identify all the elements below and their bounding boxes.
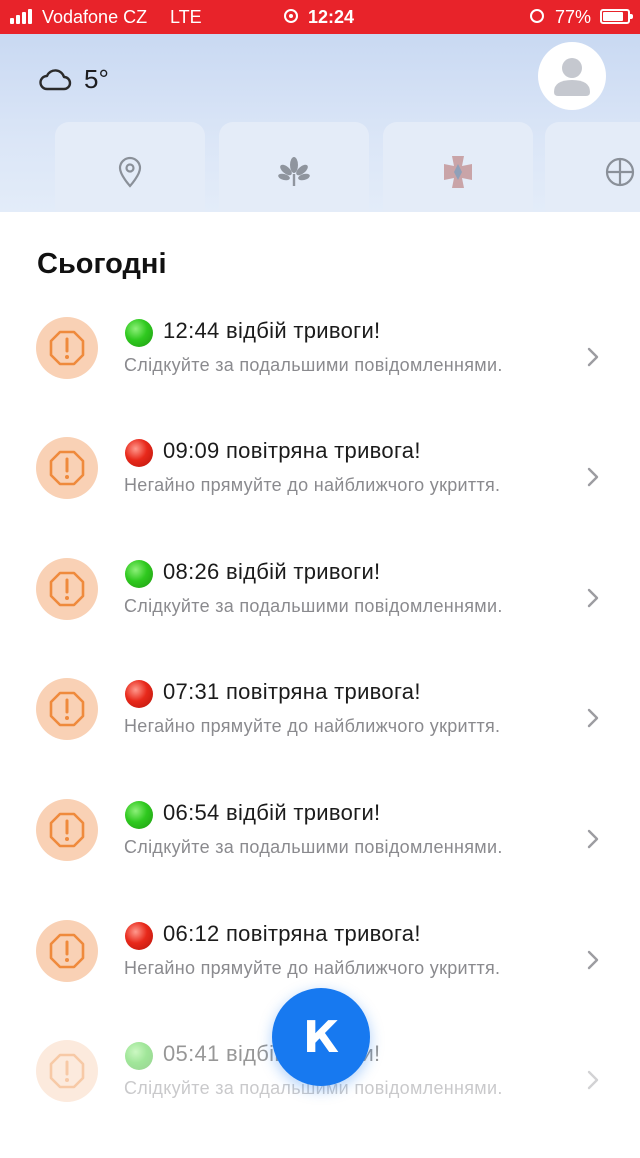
alert-list-item[interactable]: 07:31 повітряна тривога! Негайно прямуйт… [0,676,640,796]
screen-record-icon [284,9,298,23]
alert-list-item[interactable]: 06:54 відбій тривоги! Слідкуйте за подал… [0,797,640,917]
alert-warning-icon [36,317,98,379]
chevron-right-icon [587,347,599,367]
status-dot-red [125,439,153,467]
quick-action-location[interactable] [55,122,205,212]
military-emblem-icon [444,156,472,188]
chevron-right-icon [587,829,599,849]
status-dot-green [125,1042,153,1070]
alert-list-item[interactable]: 12:44 відбій тривоги! Слідкуйте за подал… [0,315,640,435]
alert-title: 09:09 повітряна тривога! [163,438,421,463]
crosshair-icon [605,157,635,187]
alert-warning-icon [36,920,98,982]
signal-strength-icon [10,8,32,24]
chevron-right-icon [587,950,599,970]
alert-warning-icon [36,437,98,499]
battery-icon [600,9,633,24]
app-header: 5° [0,34,640,212]
carrier-name: Vodafone CZ [42,7,148,27]
weather-widget[interactable]: 5° [38,64,109,95]
status-time: 12:24 [308,7,355,27]
battery-percentage: 77% [555,7,592,27]
chevron-right-icon [587,1070,599,1090]
alert-message: Слідкуйте за подальшими повідомленнями. [124,596,503,616]
alert-message: Негайно прямуйте до найближчого укриття. [124,475,501,495]
status-dot-red [125,922,153,950]
status-dot-green [125,560,153,588]
user-avatar-icon [554,58,590,96]
status-dot-green [125,319,153,347]
rotation-lock-icon [530,9,544,23]
floating-action-button[interactable]: К [272,988,370,1086]
status-bar: Vodafone CZ LTE 12:24 77% [0,0,640,34]
location-pin-icon [118,156,142,188]
alert-title: 06:12 повітряна тривога! [163,921,421,946]
temperature: 5° [84,64,109,94]
alert-list-item[interactable]: 08:26 відбій тривоги! Слідкуйте за подал… [0,556,640,676]
quick-action-target[interactable] [545,122,640,212]
alert-list-item[interactable]: 09:09 повітряна тривога! Негайно прямуйт… [0,435,640,555]
k-logo-icon: К [303,1011,339,1063]
alert-message: Негайно прямуйте до найближчого укриття. [124,716,501,736]
alert-title: 07:31 повітряна тривога! [163,679,421,704]
cloud-icon [39,68,72,90]
alert-message: Негайно прямуйте до найближчого укриття. [124,958,501,978]
alert-title: 08:26 відбій тривоги! [163,559,381,584]
alert-message: Слідкуйте за подальшими повідомленнями. [124,355,503,375]
status-dot-red [125,680,153,708]
alert-warning-icon [36,1040,98,1102]
status-dot-green [125,801,153,829]
profile-button[interactable] [538,42,606,110]
alert-warning-icon [36,678,98,740]
chevron-right-icon [587,588,599,608]
chevron-right-icon [587,467,599,487]
alert-message: Слідкуйте за подальшими повідомленнями. [124,837,503,857]
network-type: LTE [170,7,202,27]
alert-title: 12:44 відбій тривоги! [163,318,381,343]
alert-title: 06:54 відбій тривоги! [163,800,381,825]
alert-warning-icon [36,799,98,861]
chestnut-leaf-icon [278,157,310,186]
quick-action-city[interactable] [219,122,369,212]
alert-warning-icon [36,558,98,620]
chevron-right-icon [587,708,599,728]
quick-action-military[interactable] [383,122,533,212]
section-title: Сьогодні [37,248,167,280]
